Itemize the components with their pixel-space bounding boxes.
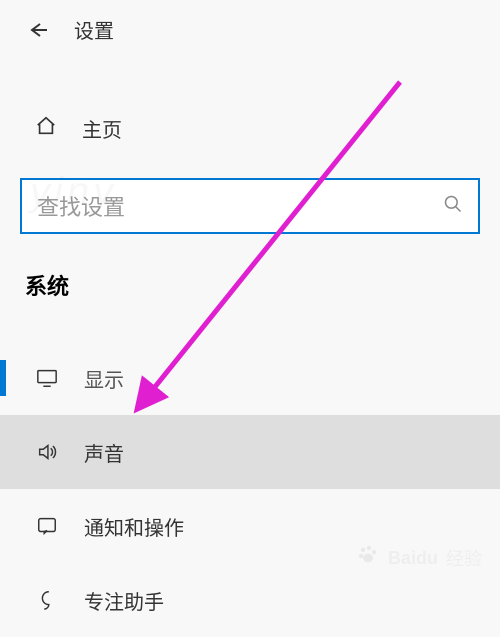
nav-item-display[interactable]: 显示 [0, 341, 500, 415]
nav-label-focus: 专注助手 [84, 586, 164, 615]
page-title: 设置 [74, 15, 114, 44]
nav-item-sound[interactable]: 声音 [0, 415, 500, 489]
display-icon [35, 367, 59, 389]
home-label: 主页 [82, 114, 122, 143]
sound-icon [35, 441, 59, 463]
watermark-sub: 经验 [446, 545, 482, 571]
search-icon [443, 194, 463, 219]
paw-icon [356, 543, 380, 573]
home-item[interactable]: 主页 [0, 99, 500, 158]
notifications-icon [35, 515, 59, 537]
section-title: 系统 [0, 234, 500, 311]
search-placeholder: 查找设置 [37, 190, 443, 222]
header: 设置 [0, 0, 500, 59]
nav-list: 显示 声音 通知和操作 专注助手 [0, 341, 500, 637]
watermark: Baidu 经验 [356, 543, 482, 573]
nav-label-display: 显示 [84, 364, 124, 393]
focus-icon [35, 589, 59, 611]
home-icon [35, 115, 57, 143]
nav-label-sound: 声音 [84, 438, 124, 467]
nav-item-focus[interactable]: 专注助手 [0, 563, 500, 637]
search-input[interactable]: 查找设置 [20, 178, 480, 234]
watermark-brand: Baidu [388, 548, 438, 569]
nav-label-notifications: 通知和操作 [84, 512, 184, 541]
back-icon[interactable] [25, 18, 49, 42]
